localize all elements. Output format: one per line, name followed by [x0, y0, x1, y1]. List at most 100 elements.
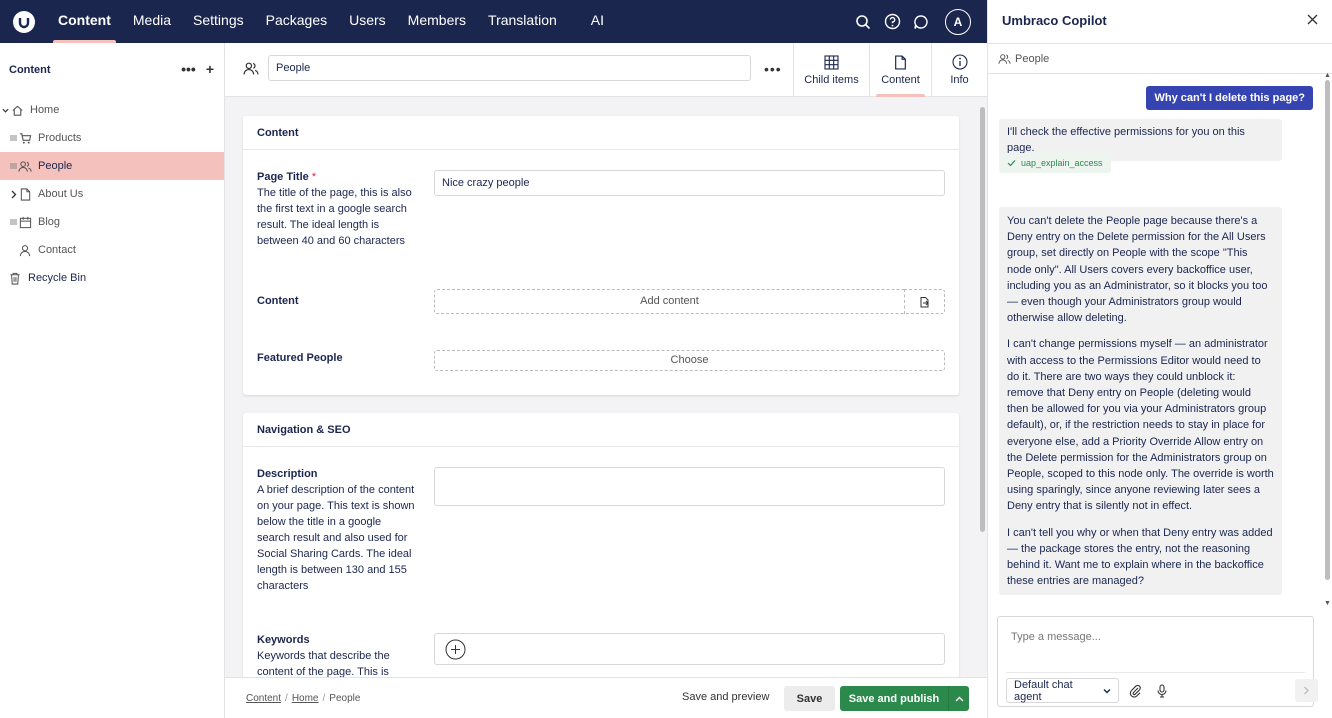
copilot-title: Umbraco Copilot [1002, 13, 1107, 28]
search-icon[interactable] [852, 11, 874, 33]
tree-create-icon[interactable]: + [206, 61, 214, 77]
property-featured-people: Featured People [257, 350, 417, 366]
breadcrumb-home[interactable]: Home [292, 693, 319, 704]
chat-scrollbar[interactable]: ▲ ▼ [1322, 72, 1332, 607]
property-label: Featured People [257, 352, 343, 364]
nav-translation[interactable]: Translation [477, 0, 568, 43]
tab-content[interactable]: Content [869, 43, 931, 97]
tab-info[interactable]: Info [931, 43, 987, 97]
group-content: Content Page Title * The title of the pa… [243, 116, 959, 395]
more-actions-icon[interactable]: ••• [764, 61, 782, 77]
document-icon [18, 187, 32, 201]
property-label: Description [257, 468, 318, 480]
content-editor: ••• Child items Content Info Content Pag… [225, 43, 987, 718]
copilot-panel: Umbraco Copilot People Why can't I delet… [987, 0, 1332, 718]
attach-icon[interactable] [1123, 678, 1147, 703]
publish-label: Save and publish [848, 692, 940, 705]
close-icon[interactable] [1307, 14, 1318, 25]
send-button[interactable] [1295, 679, 1318, 702]
tree-item-contact[interactable]: Contact [0, 236, 224, 264]
chat-messages[interactable]: Why can't I delete this page? I'll check… [988, 74, 1332, 607]
save-button[interactable]: Save [784, 686, 835, 711]
tab-child-items[interactable]: Child items [793, 43, 869, 97]
nav-packages[interactable]: Packages [255, 0, 338, 43]
user-avatar[interactable]: A [945, 8, 971, 35]
answer-paragraph: I can't change permissions myself — an a… [1007, 338, 1274, 513]
save-and-preview-button[interactable]: Save and preview [682, 691, 769, 703]
property-content: Content [257, 293, 417, 309]
nav-settings[interactable]: Settings [182, 0, 255, 43]
nav-media[interactable]: Media [122, 0, 182, 43]
group-title: Content [243, 116, 959, 150]
calendar-icon [18, 215, 32, 229]
nav-users[interactable]: Users [338, 0, 397, 43]
tree-item-blog[interactable]: Blog [0, 208, 224, 236]
check-icon [1007, 160, 1016, 167]
top-navigation: Content Media Settings Packages Users Me… [0, 0, 987, 43]
nav-ai[interactable]: AI [580, 0, 615, 43]
breadcrumb-current: People [329, 693, 361, 704]
node-name-input[interactable] [268, 55, 751, 81]
document-type-people-icon[interactable] [243, 61, 259, 76]
add-keyword-icon[interactable] [445, 639, 466, 660]
property-label: Content [257, 295, 299, 307]
tree-item-about-us[interactable]: About Us [0, 180, 224, 208]
breadcrumb-content[interactable]: Content [246, 693, 281, 704]
tab-label: Info [950, 74, 969, 86]
chat-icon[interactable] [910, 11, 932, 33]
grid-icon [824, 54, 839, 70]
tree-item-label: Recycle Bin [28, 272, 87, 284]
property-page-title: Page Title * The title of the page, this… [257, 169, 417, 249]
keywords-input[interactable] [434, 633, 945, 665]
chevron-right-icon[interactable] [8, 190, 18, 199]
page-title-input[interactable]: Nice crazy people [434, 170, 945, 196]
help-icon[interactable] [881, 11, 903, 33]
microphone-icon[interactable] [1150, 678, 1174, 703]
agent-select[interactable]: Default chat agent [1006, 678, 1119, 703]
clipboard-paste-icon[interactable] [904, 289, 945, 314]
context-label: People [1015, 52, 1050, 65]
home-icon [10, 103, 24, 117]
chevron-down-icon[interactable] [0, 107, 10, 114]
drag-handle-icon [8, 135, 18, 141]
description-textarea[interactable] [434, 467, 945, 506]
scrollbar-thumb[interactable] [980, 107, 985, 532]
sidebar-title: Content [9, 64, 51, 76]
scrollbar-thumb[interactable] [1325, 80, 1330, 580]
editor-scrollbar[interactable] [978, 97, 987, 677]
group-navigation-seo: Navigation & SEO Description A brief des… [243, 413, 959, 677]
nav-content[interactable]: Content [47, 0, 122, 43]
tree-item-label: Products [38, 132, 82, 144]
tab-label: Content [881, 73, 920, 86]
property-keywords: Keywords Keywords that describe the cont… [257, 632, 417, 677]
tree-item-products[interactable]: Products [0, 124, 224, 152]
send-arrow-icon [1304, 686, 1309, 695]
drag-handle-icon [8, 163, 18, 169]
chevron-up-icon[interactable] [948, 686, 969, 711]
answer-paragraph: I can't tell you why or when that Deny e… [1007, 526, 1273, 588]
group-title: Navigation & SEO [243, 413, 959, 447]
tree-item-people[interactable]: People [0, 152, 224, 180]
property-description-text: A brief description of the content on yo… [257, 484, 415, 592]
tree-item-home[interactable]: Home [0, 96, 224, 124]
choose-featured-people-button[interactable]: Choose [434, 350, 945, 371]
people-icon [998, 53, 1011, 65]
chat-composer: Type a message... Default chat agent [997, 616, 1318, 707]
tree-item-recycle-bin[interactable]: Recycle Bin [0, 264, 224, 292]
property-description: The title of the page, this is also the … [257, 187, 412, 247]
tool-call-badge[interactable]: uap_explain_access [999, 153, 1111, 173]
editor-scroll-area[interactable]: Content Page Title * The title of the pa… [225, 97, 987, 677]
content-tree-sidebar: Content ••• + Home Products People About… [0, 43, 225, 718]
answer-paragraph: You can't delete the People page because… [1007, 215, 1268, 325]
chevron-down-icon [1103, 688, 1111, 693]
save-and-publish-button[interactable]: Save and publish [840, 686, 969, 711]
umbraco-logo[interactable] [13, 10, 35, 33]
tree-more-actions-icon[interactable]: ••• [181, 61, 196, 77]
add-content-button[interactable]: Add content [434, 289, 905, 314]
trash-icon [8, 271, 22, 285]
nav-members[interactable]: Members [397, 0, 477, 43]
breadcrumb: Content / Home / People [246, 693, 361, 704]
message-input[interactable]: Type a message... [1011, 631, 1101, 643]
user-message: Why can't I delete this page? [1146, 86, 1313, 110]
tree-item-label: People [38, 160, 73, 172]
